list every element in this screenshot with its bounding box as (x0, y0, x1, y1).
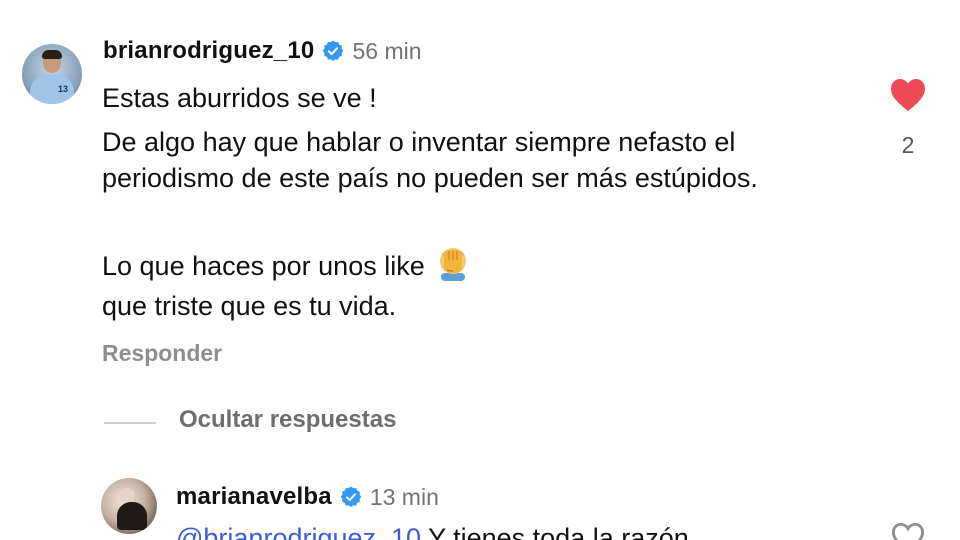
reply-username[interactable]: marianavelba (176, 483, 332, 511)
hide-replies-button[interactable]: Ocultar respuestas (179, 406, 396, 434)
comment-line-3: Lo que haces por unos like (102, 245, 862, 284)
comment-line-3-text: Lo que haces por unos like (102, 251, 425, 281)
comments-screen: 13 brianrodriguez_10 56 min Estas aburri… (0, 0, 960, 540)
verified-badge-icon (340, 486, 362, 508)
reply-mention[interactable]: @brianrodriguez_10 (176, 523, 421, 540)
like-count: 2 (901, 132, 915, 158)
comment-line-1: Estas aburridos se ve ! (102, 83, 377, 113)
comment-header: brianrodriguez_10 56 min (103, 34, 422, 68)
heart-filled-icon (891, 79, 925, 111)
replies-divider (104, 422, 156, 424)
reply-button[interactable]: Responder (102, 340, 222, 367)
reply-time: 13 min (369, 483, 439, 510)
avatar[interactable]: 13 (22, 44, 82, 104)
reply-like-button[interactable] (888, 522, 928, 540)
reply-text: @brianrodriguez_10 Y tienes toda la razó… (176, 520, 876, 540)
heart-outline-icon (891, 522, 925, 540)
reply-body: Y tienes toda la razón (421, 523, 689, 540)
comment-time: 56 min (352, 37, 422, 64)
reply-avatar[interactable] (101, 478, 157, 534)
comment-line-2: De algo hay que hablar o inventar siempr… (102, 127, 758, 193)
reply-header: marianavelba 13 min (176, 480, 439, 514)
comment-line-4: que triste que es tu vida. (102, 291, 397, 321)
verified-badge-icon (323, 40, 344, 62)
face-palm-emoji-icon (439, 248, 466, 281)
like-button[interactable] (888, 78, 928, 117)
username[interactable]: brianrodriguez_10 (103, 37, 314, 65)
